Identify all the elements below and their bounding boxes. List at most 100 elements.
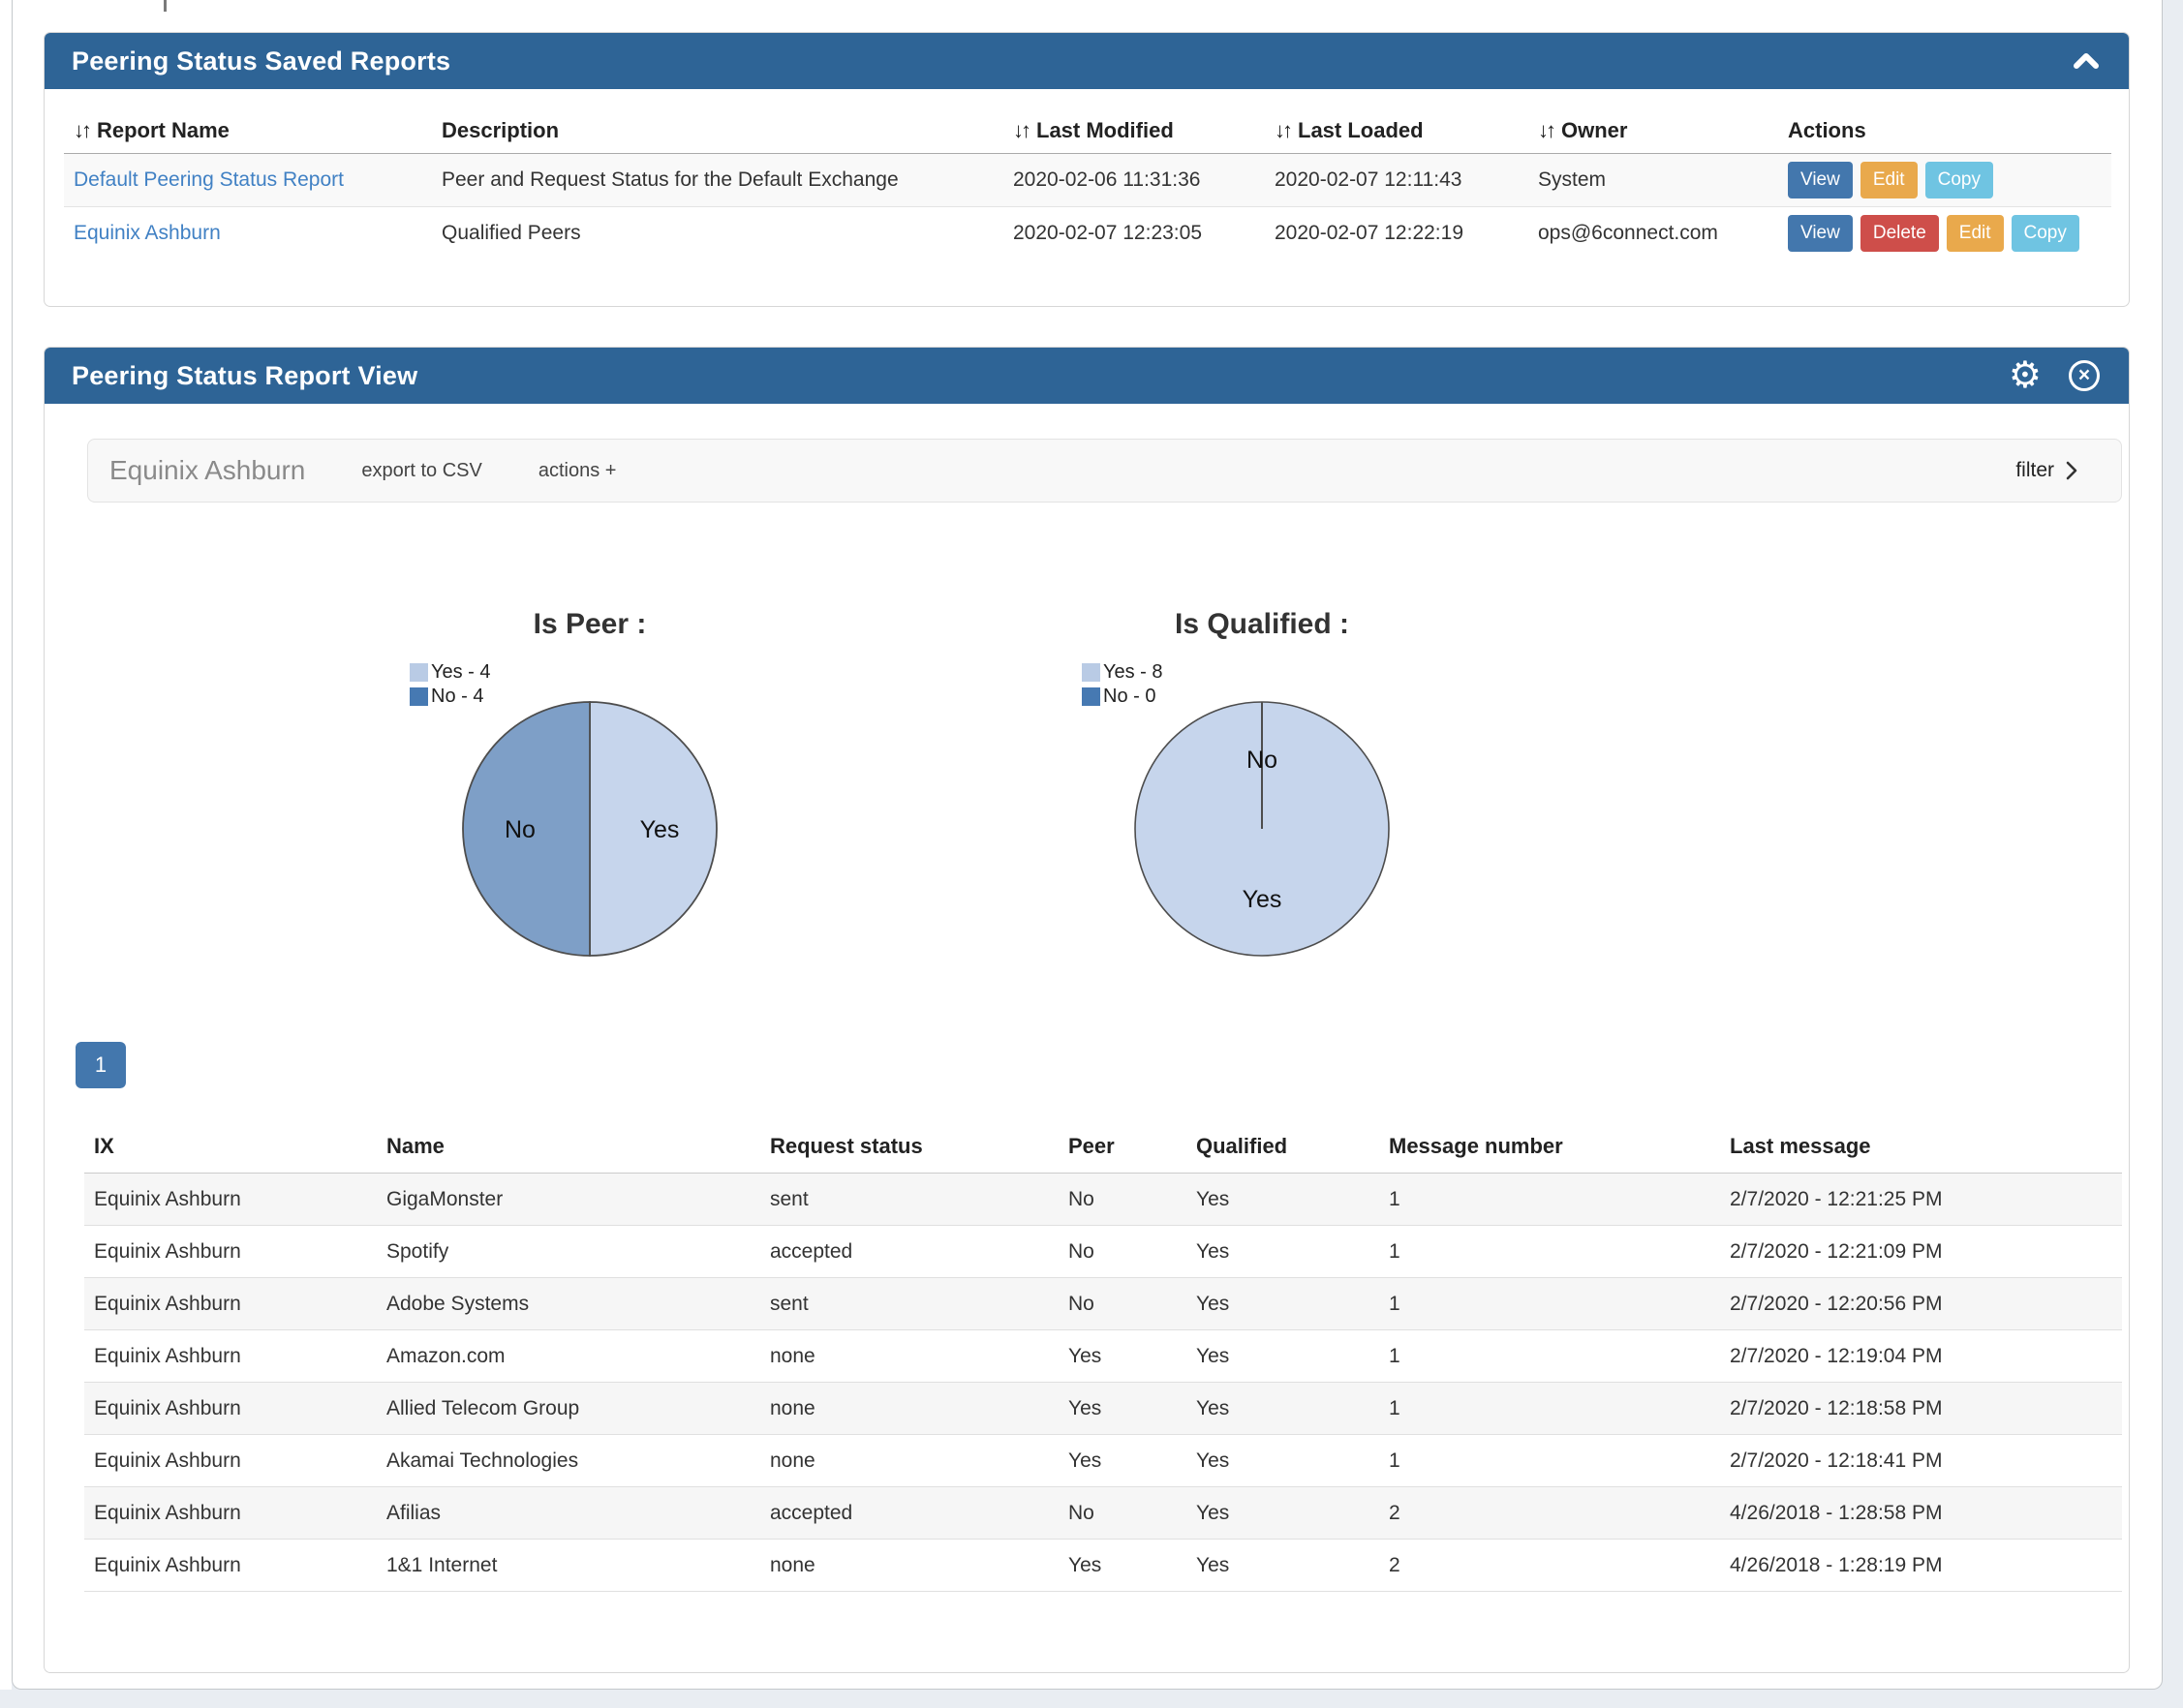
results-column-name: Name bbox=[377, 1134, 760, 1174]
report-view-panel-header: Peering Status Report View ⚙ × bbox=[45, 348, 2129, 404]
results-row: Equinix AshburnGigaMonstersentNoYes12/7/… bbox=[84, 1174, 2122, 1226]
svg-text:Yes: Yes bbox=[1243, 886, 1282, 913]
report-toolbar: Equinix Ashburn export to CSV actions + … bbox=[87, 439, 2122, 503]
results-cell: Equinix Ashburn bbox=[84, 1540, 377, 1592]
results-cell: Yes bbox=[1186, 1226, 1379, 1278]
results-column-peer: Peer bbox=[1059, 1134, 1186, 1174]
results-cell: 2 bbox=[1379, 1487, 1720, 1540]
sort-icon: ↓↑ bbox=[74, 118, 89, 142]
results-cell: Yes bbox=[1186, 1487, 1379, 1540]
page-container: Peering Status Saved Reports ↓↑Report Na… bbox=[12, 0, 2163, 1690]
gear-icon[interactable]: ⚙ bbox=[2009, 357, 2042, 394]
column-header-last-loaded[interactable]: ↓↑Last Loaded bbox=[1265, 110, 1528, 154]
results-cell: No bbox=[1059, 1226, 1186, 1278]
results-cell: Equinix Ashburn bbox=[84, 1226, 377, 1278]
results-cell: 1 bbox=[1379, 1435, 1720, 1487]
actions-menu-link[interactable]: actions + bbox=[538, 460, 617, 482]
results-cell: sent bbox=[760, 1278, 1059, 1330]
filter-link[interactable]: filter bbox=[2015, 459, 2078, 482]
copy-button[interactable]: Copy bbox=[1925, 162, 1993, 198]
copy-button[interactable]: Copy bbox=[2012, 215, 2079, 252]
results-cell: Equinix Ashburn bbox=[84, 1278, 377, 1330]
saved-reports-title: Peering Status Saved Reports bbox=[72, 46, 450, 76]
sort-icon: ↓↑ bbox=[1275, 118, 1290, 142]
is-peer-pie: YesNo bbox=[348, 596, 832, 984]
results-cell: 4/26/2018 - 1:28:19 PM bbox=[1720, 1540, 2122, 1592]
results-cell: sent bbox=[760, 1174, 1059, 1226]
column-header-description: Description bbox=[432, 110, 1003, 154]
close-icon[interactable]: × bbox=[2069, 360, 2100, 391]
results-cell: 1 bbox=[1379, 1278, 1720, 1330]
view-button[interactable]: View bbox=[1788, 162, 1853, 198]
saved-report-cell: 2020-02-06 11:31:36 bbox=[1003, 154, 1265, 207]
edit-button[interactable]: Edit bbox=[1860, 162, 1918, 198]
results-cell: Adobe Systems bbox=[377, 1278, 760, 1330]
filter-label: filter bbox=[2015, 459, 2054, 482]
edit-button[interactable]: Edit bbox=[1947, 215, 2004, 252]
results-cell: none bbox=[760, 1540, 1059, 1592]
saved-reports-table: ↓↑Report NameDescription↓↑Last Modified↓… bbox=[64, 110, 2111, 260]
results-cell: 1 bbox=[1379, 1330, 1720, 1383]
saved-report-cell: 2020-02-07 12:23:05 bbox=[1003, 207, 1265, 260]
results-cell: Equinix Ashburn bbox=[84, 1174, 377, 1226]
export-csv-link[interactable]: export to CSV bbox=[361, 460, 482, 482]
results-row: Equinix AshburnSpotifyacceptedNoYes12/7/… bbox=[84, 1226, 2122, 1278]
saved-report-cell: 2020-02-07 12:22:19 bbox=[1265, 207, 1528, 260]
delete-button[interactable]: Delete bbox=[1860, 215, 1939, 252]
report-name-link[interactable]: Default Peering Status Report bbox=[74, 168, 344, 191]
results-cell: Spotify bbox=[377, 1226, 760, 1278]
results-cell: 1 bbox=[1379, 1226, 1720, 1278]
scrollbar-remnant bbox=[164, 0, 167, 12]
saved-report-row: Default Peering Status ReportPeer and Re… bbox=[64, 154, 2111, 207]
column-header-owner[interactable]: ↓↑Owner bbox=[1528, 110, 1778, 154]
results-cell: Yes bbox=[1059, 1435, 1186, 1487]
results-cell: Equinix Ashburn bbox=[84, 1487, 377, 1540]
saved-report-row: Equinix AshburnQualified Peers2020-02-07… bbox=[64, 207, 2111, 260]
column-header-report-name[interactable]: ↓↑Report Name bbox=[64, 110, 432, 154]
saved-report-cell: ops@6connect.com bbox=[1528, 207, 1778, 260]
results-cell: Equinix Ashburn bbox=[84, 1330, 377, 1383]
saved-reports-panel: Peering Status Saved Reports ↓↑Report Na… bbox=[44, 32, 2130, 307]
results-cell: 2 bbox=[1379, 1540, 1720, 1592]
results-cell: No bbox=[1059, 1487, 1186, 1540]
results-column-last-message: Last message bbox=[1720, 1134, 2122, 1174]
results-cell: 2/7/2020 - 12:21:25 PM bbox=[1720, 1174, 2122, 1226]
results-row: Equinix AshburnAdobe SystemssentNoYes12/… bbox=[84, 1278, 2122, 1330]
results-cell: Amazon.com bbox=[377, 1330, 760, 1383]
results-cell: Afilias bbox=[377, 1487, 760, 1540]
saved-reports-panel-header: Peering Status Saved Reports bbox=[45, 33, 2129, 89]
results-cell: 1 bbox=[1379, 1174, 1720, 1226]
peering-results-table: IXNameRequest statusPeerQualifiedMessage… bbox=[84, 1134, 2122, 1592]
results-row: Equinix AshburnAfiliasacceptedNoYes24/26… bbox=[84, 1487, 2122, 1540]
results-cell: Yes bbox=[1186, 1435, 1379, 1487]
results-cell: none bbox=[760, 1383, 1059, 1435]
results-cell: Allied Telecom Group bbox=[377, 1383, 760, 1435]
results-cell: Yes bbox=[1186, 1278, 1379, 1330]
results-cell: 2/7/2020 - 12:18:41 PM bbox=[1720, 1435, 2122, 1487]
results-column-qualified: Qualified bbox=[1186, 1134, 1379, 1174]
results-cell: Yes bbox=[1186, 1174, 1379, 1226]
view-button[interactable]: View bbox=[1788, 215, 1853, 252]
results-cell: 1 bbox=[1379, 1383, 1720, 1435]
saved-report-cell: 2020-02-07 12:11:43 bbox=[1265, 154, 1528, 207]
results-cell: 2/7/2020 - 12:21:09 PM bbox=[1720, 1226, 2122, 1278]
sort-icon: ↓↑ bbox=[1013, 118, 1029, 142]
pagination-page-1-button[interactable]: 1 bbox=[76, 1042, 126, 1088]
sort-icon: ↓↑ bbox=[1538, 118, 1553, 142]
results-cell: Equinix Ashburn bbox=[84, 1435, 377, 1487]
results-cell: 4/26/2018 - 1:28:58 PM bbox=[1720, 1487, 2122, 1540]
chevron-up-icon[interactable] bbox=[2073, 52, 2100, 70]
results-cell: Yes bbox=[1059, 1540, 1186, 1592]
svg-text:No: No bbox=[1246, 747, 1277, 774]
report-name-link[interactable]: Equinix Ashburn bbox=[74, 222, 221, 244]
results-cell: Yes bbox=[1186, 1383, 1379, 1435]
saved-report-cell: Qualified Peers bbox=[432, 207, 1003, 260]
results-column-ix: IX bbox=[84, 1134, 377, 1174]
results-cell: GigaMonster bbox=[377, 1174, 760, 1226]
results-cell: none bbox=[760, 1330, 1059, 1383]
column-header-last-modified[interactable]: ↓↑Last Modified bbox=[1003, 110, 1265, 154]
results-row: Equinix AshburnAllied Telecom GroupnoneY… bbox=[84, 1383, 2122, 1435]
results-cell: accepted bbox=[760, 1487, 1059, 1540]
is-peer-chart: Is Peer : Yes - 4No - 4 YesNo bbox=[348, 596, 832, 984]
results-cell: 2/7/2020 - 12:20:56 PM bbox=[1720, 1278, 2122, 1330]
